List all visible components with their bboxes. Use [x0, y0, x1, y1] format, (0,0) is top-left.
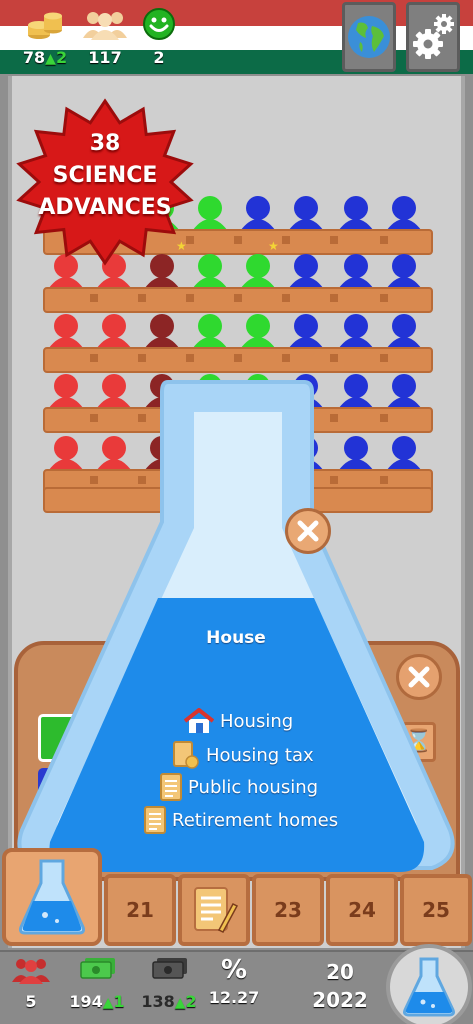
- bench-post: [90, 294, 98, 302]
- bench-post: [90, 354, 98, 362]
- seat-member-head: [392, 314, 416, 338]
- popup-item-retirement-homes[interactable]: Retirement homes: [144, 806, 338, 834]
- bench-post: [380, 354, 388, 362]
- popup-item-public-housing[interactable]: Public housing: [160, 773, 318, 801]
- seat-member-head: [344, 196, 368, 220]
- star-icon: ★: [268, 239, 279, 253]
- house-icon: [184, 708, 214, 733]
- science-button[interactable]: [386, 944, 472, 1024]
- tab-science[interactable]: [2, 848, 102, 946]
- rate-value: 12.27: [208, 988, 260, 1007]
- bench-post: [380, 236, 388, 244]
- seat-member-head: [392, 196, 416, 220]
- seat-member-head: [344, 314, 368, 338]
- income-stat[interactable]: 194▲1: [64, 956, 130, 1011]
- bench-post: [186, 354, 194, 362]
- science-count: 38: [89, 131, 121, 156]
- seat-member-head: [54, 314, 78, 338]
- percent-icon: %: [220, 955, 248, 985]
- science-label: SCIENCE: [52, 163, 158, 188]
- document-icon: [160, 773, 182, 801]
- document-pencil-icon: [194, 887, 239, 933]
- seat-member-head: [102, 314, 126, 338]
- advances-label: ADVANCES: [38, 195, 172, 220]
- seat-member-head: [150, 314, 174, 338]
- tab-24[interactable]: 24: [326, 874, 398, 946]
- income-value: 194: [69, 992, 103, 1011]
- game-date: 20 2022: [300, 958, 380, 1014]
- flask-icon: [19, 859, 85, 935]
- popup-item-label: Public housing: [188, 776, 319, 798]
- close-icon: [297, 520, 319, 542]
- seat-member-head: [198, 314, 222, 338]
- seat-member-head: [294, 196, 318, 220]
- popup-item-label: Housing tax: [206, 744, 314, 766]
- seat-member-head: [198, 196, 222, 220]
- popup-item-label: Retirement homes: [172, 809, 339, 831]
- expenses-stat[interactable]: 138▲2: [136, 956, 202, 1011]
- bench-post: [330, 294, 338, 302]
- bench-post: [282, 354, 290, 362]
- popup-item-label: Housing: [220, 710, 294, 732]
- up-arrow-icon: ▲: [174, 995, 186, 1011]
- tab-laws[interactable]: [178, 874, 250, 946]
- bench-post: [234, 294, 242, 302]
- seat-member-head: [246, 196, 270, 220]
- document-icon: [144, 806, 166, 834]
- tab-21[interactable]: 21: [104, 874, 176, 946]
- seats-stat[interactable]: 5: [10, 956, 52, 1011]
- rate-stat[interactable]: % 12.27: [208, 956, 260, 1007]
- seat-member-head: [344, 254, 368, 278]
- tab-25[interactable]: 25: [400, 874, 472, 946]
- up-arrow-icon: ▲: [102, 995, 114, 1011]
- banknotes-icon: [80, 958, 115, 979]
- seat-member-head: [294, 314, 318, 338]
- seat-member-head: [392, 254, 416, 278]
- date-day: 20: [326, 960, 354, 984]
- date-year: 2022: [312, 988, 368, 1012]
- bench-post: [282, 236, 290, 244]
- popup-close-button[interactable]: [285, 508, 331, 554]
- popup-item-housing[interactable]: Housing: [184, 708, 293, 734]
- tab-23[interactable]: 23: [252, 874, 324, 946]
- seat-member-head: [198, 254, 222, 278]
- bench-post: [138, 294, 146, 302]
- popup-item-housing-tax[interactable]: Housing tax: [172, 740, 314, 770]
- people-icon: [12, 959, 50, 984]
- bench-post: [234, 236, 242, 244]
- income-delta: 1: [113, 992, 125, 1011]
- bench-post: [186, 294, 194, 302]
- dark-banknotes-icon: [152, 958, 187, 979]
- bench-post: [138, 354, 146, 362]
- flask-icon: [403, 957, 455, 1017]
- seats-value: 5: [25, 992, 37, 1011]
- seat-member-head: [246, 254, 270, 278]
- expenses-delta: 2: [185, 992, 197, 1011]
- bench-post: [282, 294, 290, 302]
- bench-post: [330, 354, 338, 362]
- seat-member-head: [294, 254, 318, 278]
- bench-post: [380, 294, 388, 302]
- seat-member-head: [246, 314, 270, 338]
- science-advances-badge[interactable]: 38 SCIENCE ADVANCES: [12, 94, 198, 270]
- popup-title: House: [206, 628, 266, 648]
- coins-icon: [173, 741, 199, 769]
- expenses-value: 138: [141, 992, 175, 1011]
- bench-post: [330, 236, 338, 244]
- bench-post: [234, 354, 242, 362]
